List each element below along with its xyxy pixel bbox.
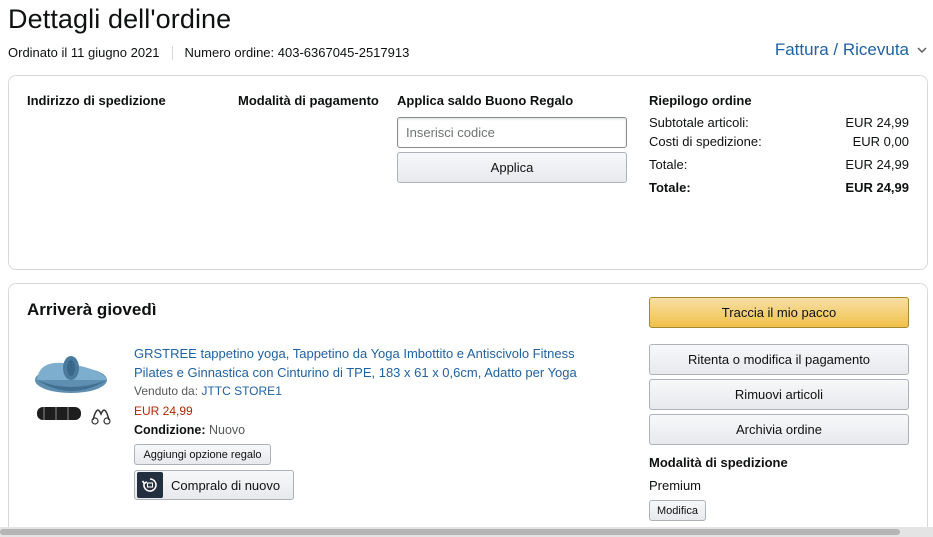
- buy-again-label: Compralo di nuovo: [171, 477, 281, 493]
- horizontal-scrollbar[interactable]: [0, 527, 933, 537]
- yoga-mat-image[interactable]: [31, 344, 121, 434]
- summary-value: EUR 0,00: [852, 134, 909, 149]
- summary-label: Totale:: [649, 180, 691, 195]
- order-summary-title: Riepilogo ordine: [649, 93, 752, 108]
- track-package-button[interactable]: Traccia il mio pacco: [649, 297, 909, 328]
- reorder-icon: [137, 472, 163, 498]
- sold-by-label: Venduto da:: [134, 384, 199, 398]
- summary-label: Subtotale articoli:: [649, 115, 749, 130]
- buy-again-button[interactable]: Compralo di nuovo: [134, 470, 294, 500]
- remove-items-button[interactable]: Rimuovi articoli: [649, 379, 909, 410]
- order-meta: Ordinato il 11 giugno 2021 Numero ordine…: [8, 45, 409, 60]
- add-gift-option-button[interactable]: Aggiungi opzione regalo: [134, 444, 271, 465]
- summary-row-shipping: Costi di spedizione: EUR 0,00: [649, 134, 909, 149]
- summary-value: EUR 24,99: [845, 180, 909, 195]
- condition-label: Condizione:: [134, 423, 206, 437]
- order-number: Numero ordine: 403-6367045-2517913: [184, 45, 410, 60]
- summary-value: EUR 24,99: [845, 157, 909, 172]
- gift-code-input[interactable]: [397, 117, 627, 148]
- scrollbar-thumb[interactable]: [0, 529, 900, 535]
- product-title-link[interactable]: GRSTREE tappetino yoga, Tappetino da Yog…: [134, 344, 604, 382]
- condition-line: Condizione: Nuovo: [134, 423, 245, 437]
- summary-row-grand-total: Totale: EUR 24,99: [649, 180, 909, 195]
- summary-label: Totale:: [649, 157, 688, 172]
- modify-shipping-button[interactable]: Modifica: [649, 500, 706, 521]
- retry-payment-button[interactable]: Ritenta o modifica il pagamento: [649, 344, 909, 375]
- shipping-method-title: Modalità di spedizione: [649, 455, 788, 470]
- summary-value: EUR 24,99: [845, 115, 909, 130]
- seller-line: Venduto da: JTTC STORE1: [134, 384, 282, 398]
- condition-value: Nuovo: [209, 423, 246, 437]
- order-details-box: Indirizzo di spedizione Modalità di paga…: [8, 75, 928, 270]
- summary-row-subtotal: Subtotale articoli: EUR 24,99: [649, 115, 909, 130]
- item-price: EUR 24,99: [134, 404, 193, 418]
- invoice-dropdown[interactable]: Fattura / Ricevuta: [775, 40, 927, 60]
- shipment-box: Arriverà giovedì GRSTREE tappetino yoga,…: [8, 283, 928, 537]
- shipping-address-title: Indirizzo di spedizione: [27, 93, 166, 108]
- chevron-down-icon: [917, 47, 927, 53]
- gift-card-title: Applica saldo Buono Regalo: [397, 93, 574, 108]
- seller-link[interactable]: JTTC STORE1: [201, 384, 281, 398]
- meta-divider: [171, 45, 173, 60]
- page-title: Dettagli dell'ordine: [8, 4, 232, 34]
- summary-label: Costi di spedizione:: [649, 134, 762, 149]
- order-date: Ordinato il 11 giugno 2021: [8, 45, 160, 60]
- arrival-heading: Arriverà giovedì: [27, 300, 157, 319]
- shipping-method-value: Premium: [649, 478, 702, 493]
- invoice-link-label[interactable]: Fattura / Ricevuta: [775, 40, 909, 60]
- apply-button[interactable]: Applica: [397, 152, 627, 183]
- summary-row-total: Totale: EUR 24,99: [649, 157, 909, 172]
- archive-order-button[interactable]: Archivia ordine: [649, 414, 909, 445]
- payment-method-title: Modalità di pagamento: [238, 93, 379, 108]
